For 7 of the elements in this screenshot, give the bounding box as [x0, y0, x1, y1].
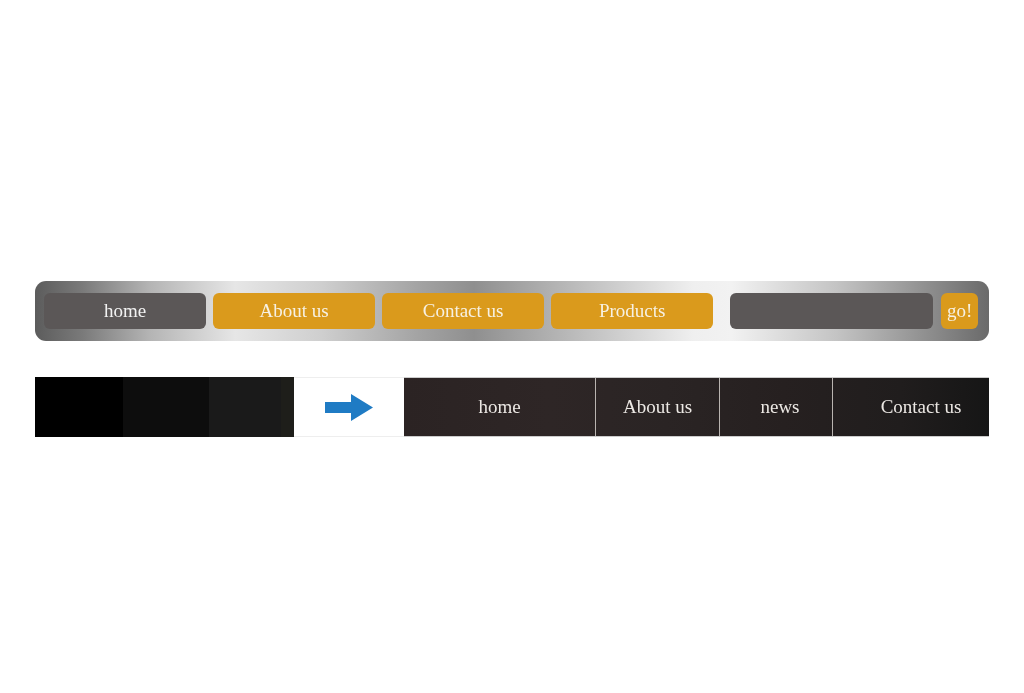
nav-link[interactable]: news: [719, 378, 832, 436]
nav-link[interactable]: About us: [595, 378, 719, 436]
arrow-right-icon: [325, 393, 373, 421]
search-field[interactable]: [730, 293, 934, 329]
nav-link[interactable]: home: [404, 378, 595, 436]
nav-button[interactable]: home: [44, 293, 207, 329]
nav-link[interactable]: Contact us: [832, 378, 989, 436]
